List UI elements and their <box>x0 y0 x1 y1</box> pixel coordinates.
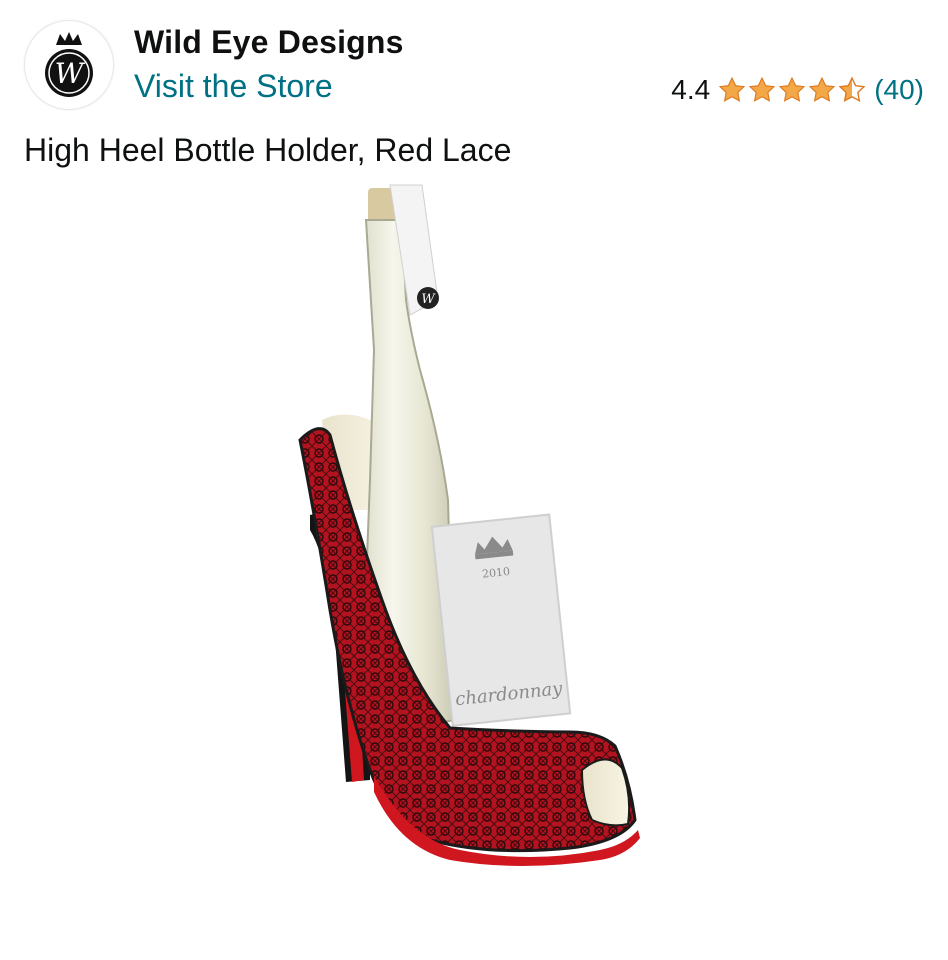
star-half-icon <box>838 76 866 104</box>
star-full-icon <box>778 76 806 104</box>
logo-letter: W <box>55 57 86 90</box>
product-title: High Heel Bottle Holder, Red Lace <box>24 132 512 168</box>
visit-store-link[interactable]: Visit the Store <box>134 68 333 105</box>
brand-header: W Wild Eye Designs Visit the Store 4.4 (… <box>0 0 948 125</box>
brand-logo[interactable]: W <box>24 20 114 110</box>
star-full-icon <box>718 76 746 104</box>
bottle-label: 2010 chardonnay <box>430 513 572 727</box>
rating-count-link[interactable]: (40) <box>874 74 924 106</box>
product-image[interactable]: W 2010 chardonnay <box>270 180 670 880</box>
peep-toe <box>580 758 631 827</box>
star-rating <box>718 76 866 104</box>
brand-name[interactable]: Wild Eye Designs <box>134 24 404 61</box>
rating-summary[interactable]: 4.4 (40) <box>671 72 924 108</box>
neck-logo: W <box>421 292 436 307</box>
rating-value: 4.4 <box>671 74 711 105</box>
star-full-icon <box>808 76 836 104</box>
crown-w-logo-icon: W <box>45 32 93 97</box>
bottle-shoe-illustration: W 2010 chardonnay <box>298 184 640 866</box>
star-full-icon <box>748 76 776 104</box>
